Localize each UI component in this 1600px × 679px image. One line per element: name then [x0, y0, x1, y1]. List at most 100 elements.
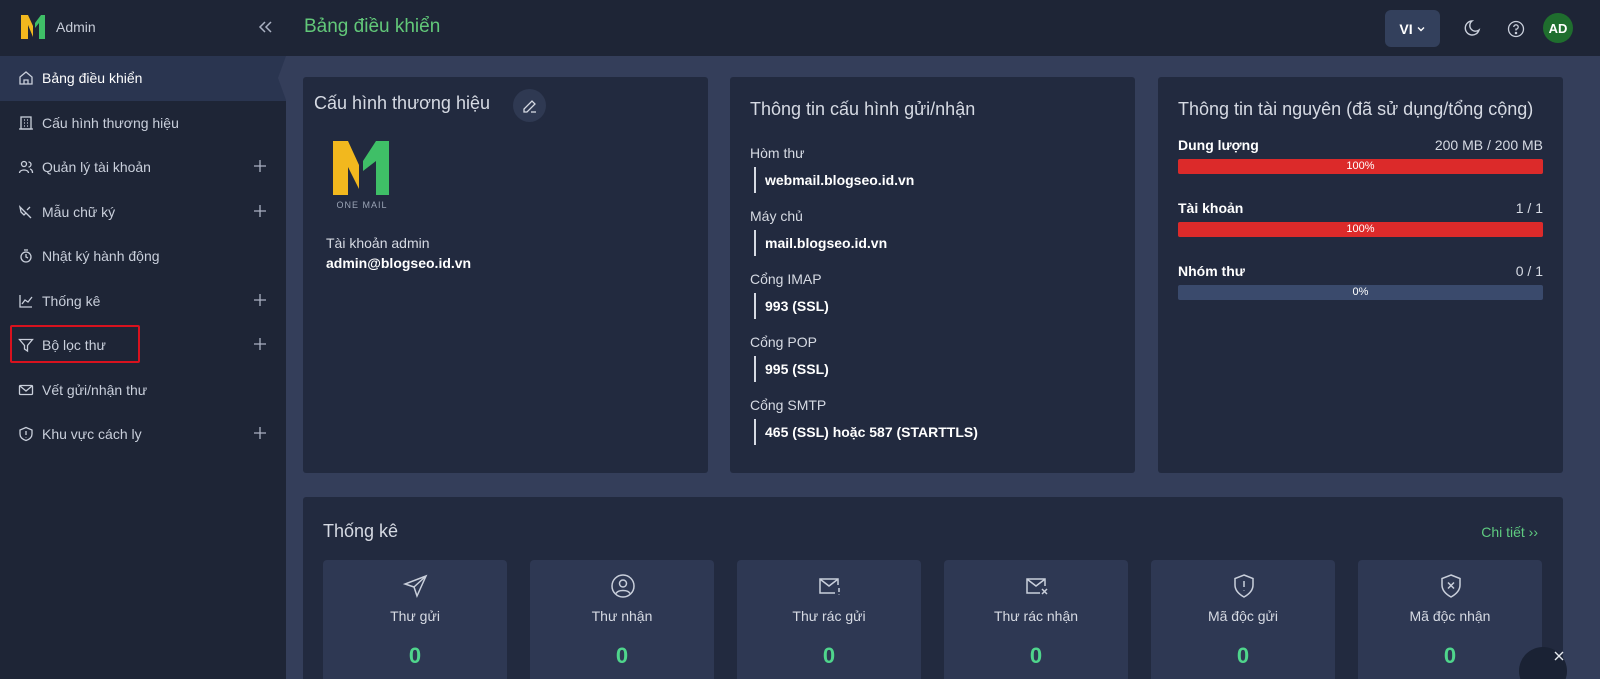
progress-bar: 100%: [1178, 159, 1543, 174]
config-field-mailbox: Hòm thư webmail.blogseo.id.vn: [750, 145, 914, 193]
plus-icon[interactable]: [253, 293, 267, 307]
mail-trace-icon: [18, 384, 34, 395]
resource-name: Tài khoản: [1178, 200, 1244, 216]
plus-icon[interactable]: [253, 204, 267, 218]
brand-card-title: Cấu hình thương hiệu: [314, 93, 490, 113]
config-field-smtp-port: Cổng SMTP 465 (SSL) hoặc 587 (STARTTLS): [750, 397, 978, 445]
shield-x-icon: [1441, 574, 1461, 598]
language-label: VI: [1399, 20, 1413, 37]
sidebar-item-label: Nhật ký hành động: [42, 248, 160, 265]
config-field-pop-port: Cổng POP 995 (SSL): [750, 334, 829, 382]
stat-value: 0: [615, 643, 629, 668]
progress-bar-text: 100%: [1346, 223, 1375, 235]
stat-tile-spam-received: Thư rác nhận 0: [944, 560, 1128, 679]
config-field-value: 993 (SSL): [754, 293, 829, 319]
avatar[interactable]: AD: [1543, 13, 1573, 43]
statistics-card: Thống kê Chi tiết ›› Thư gửi 0 Thư nhận …: [303, 497, 1563, 679]
stat-value: 0: [408, 643, 422, 668]
sidebar-item-label: Mẫu chữ ký: [42, 203, 116, 220]
sidebar-item-brand-config[interactable]: Cấu hình thương hiệu: [0, 101, 286, 146]
stat-label: Thư rác nhận: [993, 608, 1079, 624]
plus-icon[interactable]: [253, 159, 267, 173]
building-icon: [19, 116, 33, 130]
resource-name: Dung lượng: [1178, 137, 1259, 153]
sidebar-item-label: Thống kê: [42, 292, 101, 309]
onemail-logo-icon: ONE MAIL: [333, 141, 389, 210]
config-field-value: 465 (SSL) hoặc 587 (STARTTLS): [754, 419, 978, 445]
stat-tile-malware-received: Mã độc nhận 0: [1358, 560, 1542, 679]
app-title: Admin: [56, 19, 96, 35]
sidebar-item-label: Bảng điều khiển: [42, 70, 143, 87]
edit-icon: [522, 99, 536, 113]
statistics-title: Thống kê: [323, 521, 399, 541]
details-link[interactable]: Chi tiết ››: [1481, 524, 1538, 540]
account-label: Tài khoản admin: [326, 235, 430, 251]
stat-value: 0: [822, 643, 836, 668]
progress-bar: 0%: [1178, 285, 1543, 300]
brand: Admin: [0, 0, 286, 56]
stat-value: 0: [1443, 643, 1457, 668]
sidebar-item-label: Khu vực cách ly: [42, 426, 142, 443]
shield-icon: [19, 427, 33, 442]
sidebar-item-account-management[interactable]: Quản lý tài khoản: [0, 145, 286, 190]
account-value: admin@blogseo.id.vn: [326, 255, 472, 271]
brand-config-card: Cấu hình thương hiệu ONE MAIL Tài khoản …: [303, 77, 708, 473]
resource-storage: Dung lượng 200 MB / 200 MB 100%: [1178, 137, 1543, 174]
config-card-title: Thông tin cấu hình gửi/nhận: [750, 99, 976, 119]
plus-icon[interactable]: [253, 337, 267, 351]
sidebar-item-statistics[interactable]: Thống kê: [0, 279, 286, 324]
sidebar-item-mail-filter[interactable]: Bộ lọc thư: [0, 323, 286, 368]
filter-icon: [18, 339, 34, 353]
progress-bar-text: 100%: [1346, 160, 1375, 172]
sidebar-item-quarantine[interactable]: Khu vực cách ly: [0, 412, 286, 457]
resource-amount: 0 / 1: [1515, 263, 1543, 279]
edit-brand-button[interactable]: [513, 89, 546, 122]
plus-icon[interactable]: [253, 426, 267, 440]
chevron-down-icon: [1417, 26, 1425, 31]
config-field-label: Cổng SMTP: [750, 397, 827, 413]
sidebar-item-label: Quản lý tài khoản: [42, 159, 151, 176]
resource-name: Nhóm thư: [1178, 263, 1245, 279]
sidebar-nav: Bảng điều khiển Cấu hình thương hiệu Quả…: [0, 56, 286, 457]
config-field-label: Hòm thư: [750, 145, 805, 161]
resource-accounts: Tài khoản 1 / 1 100%: [1178, 200, 1543, 237]
mail-alert-icon: [819, 578, 840, 595]
top-header: Bảng điều khiển VI AD: [286, 0, 1600, 56]
collapse-sidebar-icon[interactable]: [256, 18, 274, 36]
sidebar-item-signature-templates[interactable]: Mẫu chữ ký: [0, 190, 286, 235]
stat-label: Thư nhận: [591, 608, 653, 624]
sidebar-item-label: Cấu hình thương hiệu: [42, 114, 179, 131]
progress-bar-text: 0%: [1352, 286, 1369, 298]
theme-toggle-icon[interactable]: [1461, 19, 1481, 39]
stat-label: Thư gửi: [390, 608, 440, 624]
home-icon: [19, 71, 33, 85]
help-icon[interactable]: [1507, 20, 1525, 38]
logo-text: ONE MAIL: [336, 200, 387, 210]
sidebar: Admin Bảng điều khiển Cấu hình thương hi…: [0, 0, 286, 679]
sidebar-item-mail-trace[interactable]: Vết gửi/nhận thư: [0, 368, 286, 413]
stat-tile-spam-sent: Thư rác gửi 0: [737, 560, 921, 679]
config-field-value: webmail.blogseo.id.vn: [754, 167, 914, 193]
stat-tile-malware-sent: Mã độc gửi 0: [1151, 560, 1335, 679]
stat-label: Thư rác gửi: [792, 608, 866, 624]
progress-bar: 100%: [1178, 222, 1543, 237]
resource-amount: 200 MB / 200 MB: [1434, 137, 1543, 153]
shield-alert-icon: [1234, 574, 1254, 598]
send-receive-config-card: Thông tin cấu hình gửi/nhận Hòm thư webm…: [730, 77, 1135, 473]
stat-tile-sent: Thư gửi 0: [323, 560, 507, 679]
language-selector[interactable]: VI: [1385, 10, 1440, 47]
resource-amount: 1 / 1: [1515, 200, 1543, 216]
close-icon[interactable]: [1552, 649, 1566, 663]
sidebar-item-action-log[interactable]: Nhật ký hành động: [0, 234, 286, 279]
config-field-label: Máy chủ: [750, 208, 803, 224]
signature-icon: [18, 204, 32, 219]
config-field-label: Cổng IMAP: [750, 271, 822, 287]
resource-card-title: Thông tin tài nguyên (đã sử dụng/tổng cộ…: [1178, 99, 1534, 119]
page-title: Bảng điều khiển: [304, 16, 441, 37]
stat-value: 0: [1236, 643, 1250, 668]
config-field-value: 995 (SSL): [754, 356, 829, 382]
sidebar-item-dashboard[interactable]: Bảng điều khiển: [0, 56, 286, 101]
resource-usage-card: Thông tin tài nguyên (đã sử dụng/tổng cộ…: [1158, 77, 1563, 473]
sidebar-item-label: Bộ lọc thư: [42, 337, 106, 354]
stat-label: Mã độc gửi: [1207, 608, 1279, 624]
